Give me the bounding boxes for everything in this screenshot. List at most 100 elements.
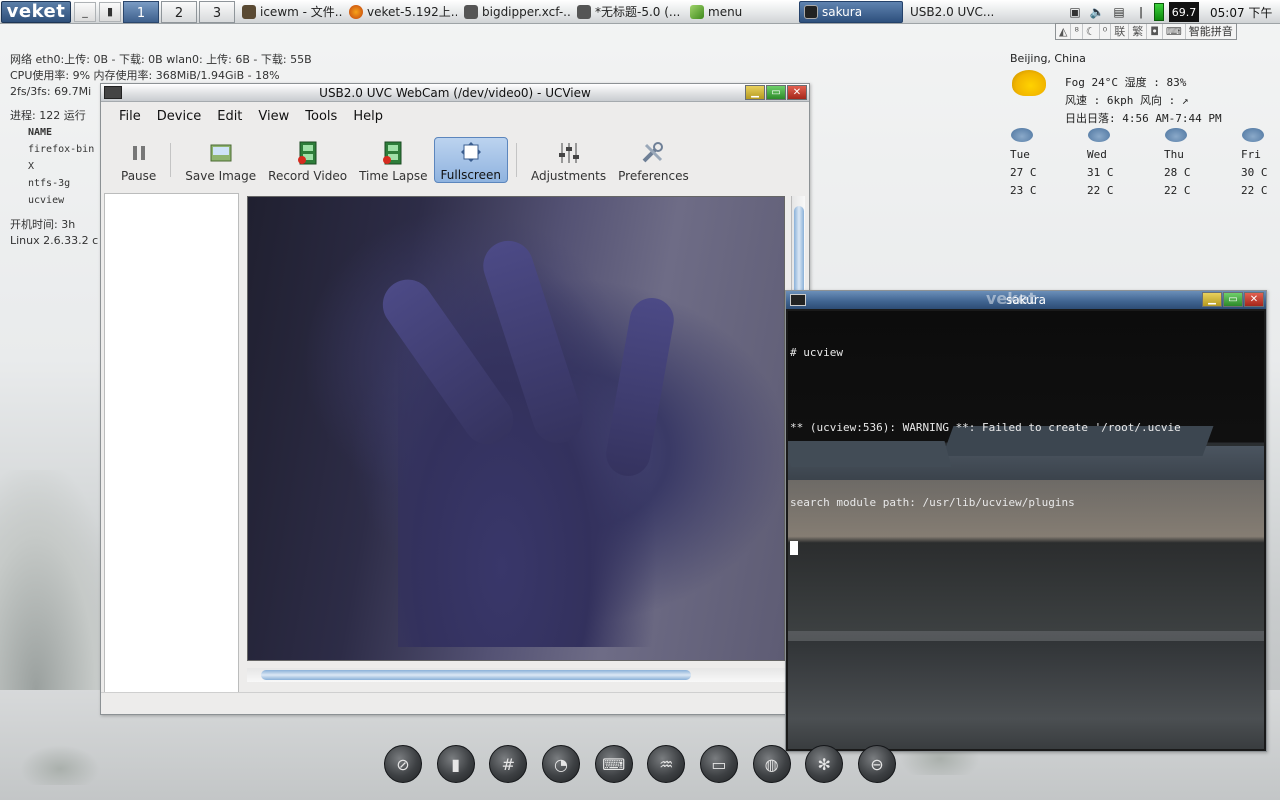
adjustments-button[interactable]: Adjustments xyxy=(525,137,612,183)
start-menu-button[interactable]: veket xyxy=(1,0,71,23)
clipboard-icon[interactable]: ▤ xyxy=(1110,3,1128,21)
ime-lian[interactable]: 联 xyxy=(1111,24,1130,39)
system-icon[interactable]: ⊘ xyxy=(384,745,422,783)
menu-view[interactable]: View xyxy=(250,109,297,124)
fullscreen-button[interactable]: Fullscreen xyxy=(433,137,508,183)
lock-icon[interactable]: ◘ xyxy=(1147,24,1163,39)
preferences-button[interactable]: Preferences xyxy=(612,137,695,183)
menu-device[interactable]: Device xyxy=(149,109,209,124)
menu-file[interactable]: File xyxy=(111,109,149,124)
hash-icon[interactable]: # xyxy=(489,745,528,783)
rain-cloud-icon xyxy=(1165,128,1187,142)
terminal-body[interactable]: # ucview ** (ucview:536): WARNING **: Fa… xyxy=(788,311,1264,749)
scroll-thumb[interactable] xyxy=(261,670,691,680)
firefox-icon xyxy=(349,4,363,19)
terminal-titlebar[interactable]: sakura veket ▁ ▭ ✕ xyxy=(786,289,1266,309)
moon-icon[interactable]: ☾ xyxy=(1083,24,1100,39)
terminal-icon[interactable] xyxy=(790,294,806,306)
sliders-icon xyxy=(557,141,581,165)
task-firefox[interactable]: veket-5.192上... xyxy=(345,1,457,23)
minimize-button[interactable]: ▁ xyxy=(1202,292,1222,307)
folder-icon xyxy=(242,4,256,19)
task-sakura[interactable]: sakura xyxy=(799,0,903,23)
weather-current: Fog 24°C 湿度 : 83% 风速 : 6kph 风向 : ↗ 日出日落:… xyxy=(1065,74,1222,128)
menubar: File Device Edit View Tools Help xyxy=(101,102,809,130)
menu-tools[interactable]: Tools xyxy=(297,109,345,124)
minimize-button[interactable]: ▁ xyxy=(745,85,765,100)
task-menu[interactable]: menu xyxy=(686,1,796,23)
forecast-low: 23 C xyxy=(1010,184,1037,197)
firefox-icon[interactable]: ◔ xyxy=(541,745,580,783)
punct-icon[interactable]: ⁰ xyxy=(1100,24,1112,39)
chart-icon[interactable]: ♒ xyxy=(647,745,686,783)
taskbar: veket _ ▮ 1 2 3 icewm - 文件... veket-5.19… xyxy=(0,0,1280,24)
gear-icon[interactable]: ✻ xyxy=(805,745,844,783)
maximize-button[interactable]: ▭ xyxy=(766,85,786,100)
close-button[interactable]: ✕ xyxy=(1244,292,1264,307)
weather-forecast: Tue 27 C 23 C Wed 31 C 22 C Thu 28 C 22 … xyxy=(1010,128,1280,200)
record-video-button[interactable]: Record Video xyxy=(262,137,353,183)
forecast-day-name: Tue xyxy=(1010,148,1030,161)
forecast-day: Fri 30 C 22 C xyxy=(1241,128,1280,200)
forecast-day: Tue 27 C 23 C xyxy=(1010,128,1087,200)
forecast-high: 31 C xyxy=(1087,166,1114,179)
usb-icon[interactable]: ▮ xyxy=(436,745,475,783)
ime-toolbar: ◭ ⁸ ☾ ⁰ 联 繁 ◘ ⌨ 智能拼音 xyxy=(1055,23,1237,40)
task-icewm[interactable]: icewm - 文件... xyxy=(238,1,342,23)
clock[interactable]: 05:07 下午 xyxy=(1202,4,1280,21)
workspace-1[interactable]: 1 xyxy=(123,0,159,23)
network-icon[interactable]: ▣ xyxy=(1066,3,1084,21)
terminal-output: # ucview ** (ucview:536): WARNING **: Fa… xyxy=(790,315,1181,585)
pause-button[interactable]: Pause xyxy=(115,137,162,183)
veket-logo: veket xyxy=(986,289,1036,308)
time-lapse-button[interactable]: Time Lapse xyxy=(353,137,433,183)
keyboard-icon[interactable]: ⌨ xyxy=(1163,24,1186,39)
disk-icon[interactable]: ▭ xyxy=(699,745,738,783)
ucview-titlebar[interactable]: USB2.0 UVC WebCam (/dev/video0) - UCView… xyxy=(101,84,809,102)
menu-edit[interactable]: Edit xyxy=(209,109,250,124)
webcam-video xyxy=(247,196,785,661)
keyboard-icon[interactable]: ⌨ xyxy=(594,745,633,783)
forecast-day-name: Fri xyxy=(1241,148,1261,161)
weather-widget: Beijing, China Fog 24°C 湿度 : 83% 风速 : 6k… xyxy=(1010,52,1280,197)
workspace-3[interactable]: 3 xyxy=(199,0,235,23)
toolbar: Pause Save Image Record Video Time Lapse xyxy=(101,130,809,190)
workspace-2[interactable]: 2 xyxy=(161,0,197,23)
tool-label: Preferences xyxy=(618,169,689,183)
save-image-button[interactable]: Save Image xyxy=(179,137,262,183)
forecast-high: 28 C xyxy=(1164,166,1191,179)
task-label: bigdipper.xcf-... xyxy=(482,4,570,19)
maximize-button[interactable]: ▭ xyxy=(1223,292,1243,307)
fullscreen-icon xyxy=(459,140,483,164)
leaf-icon xyxy=(690,4,704,19)
forecast-low: 22 C xyxy=(1087,184,1114,197)
forecast-day: Wed 31 C 22 C xyxy=(1087,128,1164,200)
volume-icon[interactable]: 🔈 xyxy=(1088,3,1106,21)
weather-wind: 风速 : 6kph 风向 : ↗ xyxy=(1065,94,1189,107)
close-button[interactable]: ✕ xyxy=(787,85,807,100)
forecast-low: 22 C xyxy=(1241,184,1268,197)
task-bigdipper[interactable]: bigdipper.xcf-... xyxy=(460,1,570,23)
ime-name[interactable]: 智能拼音 xyxy=(1186,24,1236,39)
task-untitled[interactable]: *无标题-5.0 (... xyxy=(573,1,683,23)
task-ucview[interactable]: USB2.0 UVC... xyxy=(906,1,1012,23)
power-icon[interactable]: ⊖ xyxy=(857,745,896,783)
ime-fan[interactable]: 繁 xyxy=(1129,24,1148,39)
terminal-line: # ucview xyxy=(790,346,843,359)
settings-icon[interactable]: ◍ xyxy=(752,745,791,783)
ime-mode-icon[interactable]: ⁸ xyxy=(1071,24,1083,39)
toolbar-separator xyxy=(515,143,517,177)
scroll-thumb[interactable] xyxy=(794,206,804,296)
statusbar xyxy=(101,692,809,714)
tux-icon[interactable]: ◭ xyxy=(1056,24,1072,39)
show-desktop-button[interactable]: _ xyxy=(74,1,96,22)
menu-help[interactable]: Help xyxy=(345,109,391,124)
forecast-day-name: Thu xyxy=(1164,148,1184,161)
terminal-cursor xyxy=(790,541,798,555)
tool-label: Pause xyxy=(121,169,157,183)
trash-icon[interactable]: ▮ xyxy=(99,1,121,22)
window-menu-icon[interactable] xyxy=(104,86,122,99)
task-label: veket-5.192上... xyxy=(367,5,457,19)
horizontal-scrollbar[interactable] xyxy=(247,668,792,682)
side-panel xyxy=(104,193,239,693)
